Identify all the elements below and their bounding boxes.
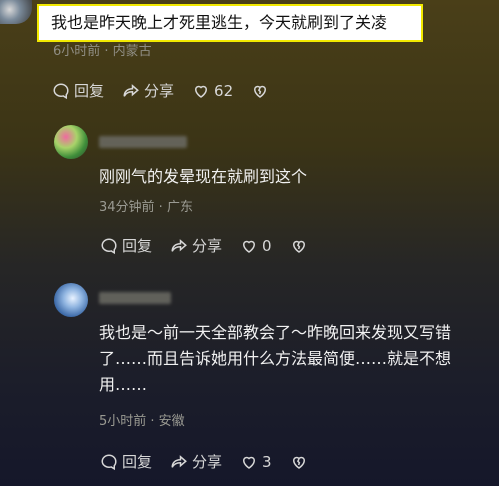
dislike-button[interactable] (251, 82, 273, 100)
like-count: 0 (262, 236, 272, 255)
share-button[interactable]: 分享 (170, 451, 222, 472)
comment-meta: 5小时前 · 安徽 (99, 414, 185, 429)
avatar[interactable] (54, 283, 88, 317)
avatar[interactable] (54, 125, 88, 159)
comment-meta: 34分钟前 · 广东 (99, 200, 193, 215)
like-button[interactable]: 0 (240, 237, 272, 255)
share-icon (171, 238, 187, 252)
dislike-button[interactable] (290, 237, 312, 255)
comment-line: 了……而且告诉她用什么方法最简便……就是不想 (99, 349, 452, 368)
comment-actions: 回复 分享 0 (100, 235, 330, 256)
reply-button[interactable]: 回复 (100, 235, 152, 256)
like-count: 3 (262, 452, 272, 471)
comment-line: 我也是～前一天全部教会了～昨晚回来发现又写错 (99, 323, 452, 342)
like-button[interactable]: 3 (240, 453, 272, 471)
broken-heart-icon (292, 456, 305, 469)
comment-actions: 回复 分享 3 (100, 451, 330, 472)
share-label: 分享 (192, 237, 223, 255)
broken-heart-icon (254, 85, 267, 98)
share-icon (123, 83, 139, 97)
comment-text: 我也是～前一天全部教会了～昨晚回来发现又写错 了……而且告诉她用什么方法最简便…… (99, 320, 489, 398)
heart-icon (195, 85, 208, 98)
reply-button[interactable]: 回复 (52, 80, 104, 101)
reply-label: 回复 (122, 237, 153, 255)
reply-icon (101, 453, 117, 470)
comment-actions: 回复 分享 62 (52, 80, 291, 101)
comment-meta: 6小时前 · 内蒙古 (53, 44, 152, 59)
like-button[interactable]: 62 (192, 82, 233, 100)
username-blurred[interactable] (99, 136, 187, 148)
comment-line: 用…… (99, 375, 148, 394)
share-label: 分享 (144, 82, 175, 100)
reply-button[interactable]: 回复 (100, 451, 152, 472)
heart-icon (243, 240, 256, 253)
comment-text: 刚刚气的发晕现在就刷到这个 (99, 167, 308, 186)
reply-icon (101, 237, 117, 254)
reply-label: 回复 (74, 82, 105, 100)
reply-icon (53, 82, 69, 99)
highlighted-comment-text: 我也是昨天晚上才死里逃生，今天就刷到了关凌 (37, 4, 423, 42)
username-blurred[interactable] (99, 292, 171, 304)
avatar[interactable] (0, 0, 32, 24)
share-icon (171, 454, 187, 468)
heart-icon (243, 456, 256, 469)
broken-heart-icon (292, 240, 305, 253)
share-button[interactable]: 分享 (170, 235, 222, 256)
reply-label: 回复 (122, 453, 153, 471)
like-count: 62 (214, 81, 234, 100)
dislike-button[interactable] (290, 453, 312, 471)
share-label: 分享 (192, 453, 223, 471)
share-button[interactable]: 分享 (122, 80, 174, 101)
